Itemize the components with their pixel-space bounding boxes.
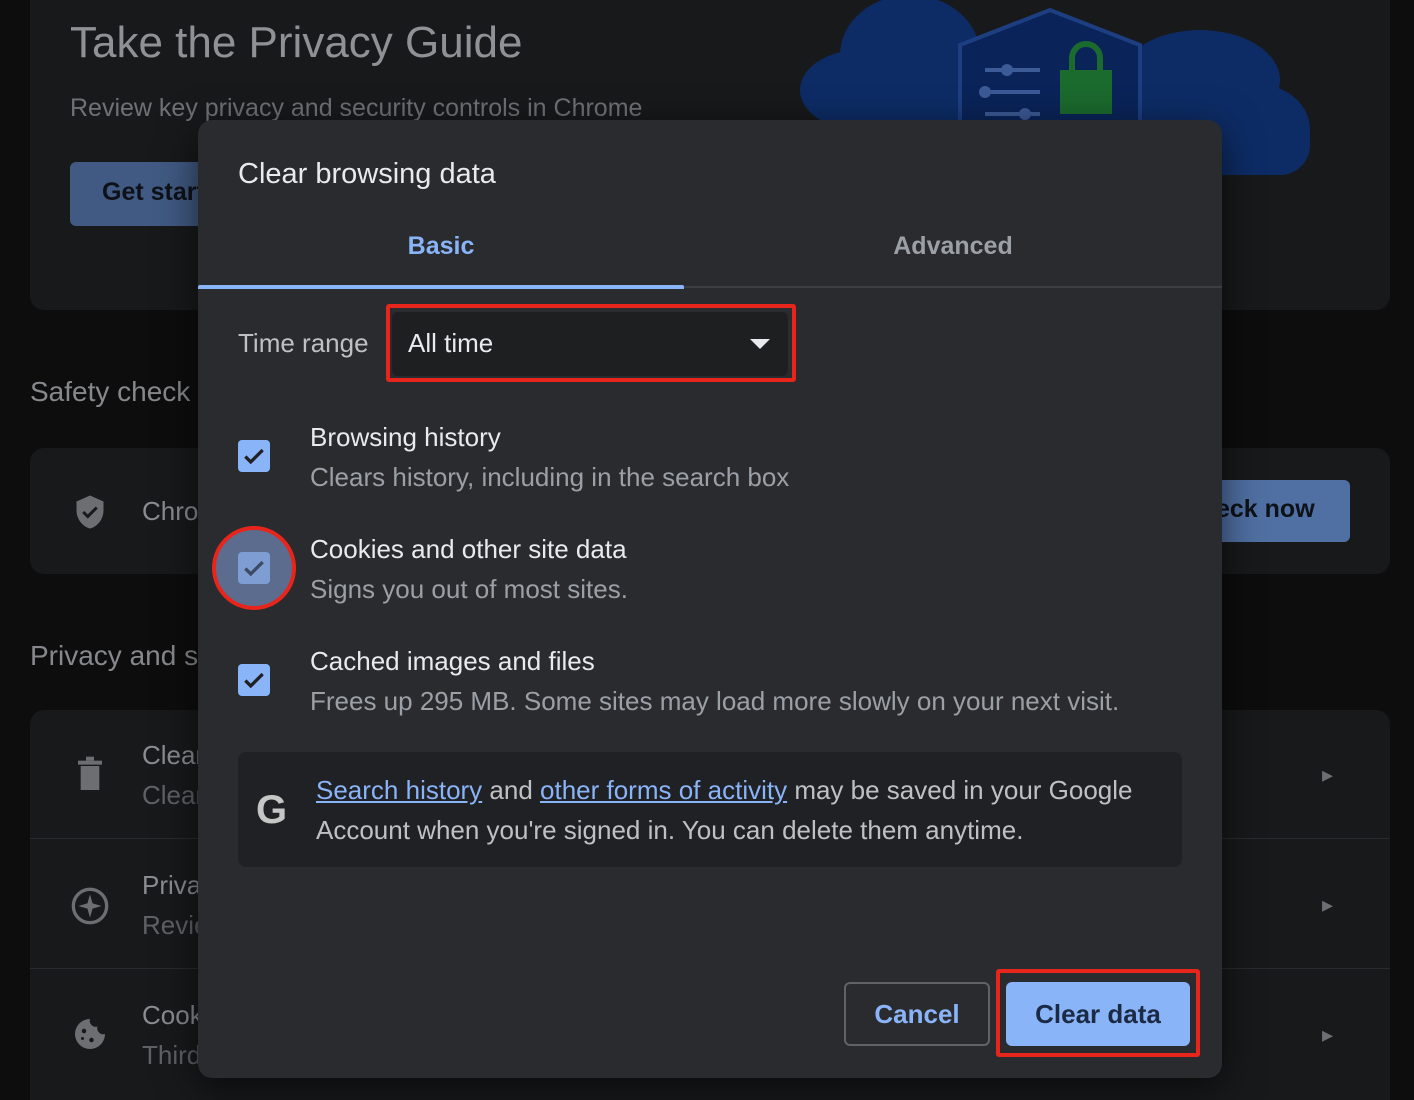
- privacy-section-heading: Privacy and s: [30, 640, 199, 671]
- trash-icon: [78, 756, 102, 790]
- privacy-guide-subtitle: Review key privacy and security controls…: [70, 94, 643, 122]
- safety-check-heading: Safety check: [30, 376, 191, 407]
- google-notice-text: Search history and other forms of activi…: [316, 770, 1166, 850]
- cookies-checkbox[interactable]: [238, 552, 270, 584]
- active-tab-indicator: [198, 285, 684, 289]
- time-range-value: All time: [408, 328, 494, 358]
- other-activity-link[interactable]: other forms of activity: [540, 775, 787, 805]
- privacy-row-title: Priva: [142, 870, 202, 900]
- cached-images-subtitle: Frees up 295 MB. Some sites may load mor…: [310, 686, 1120, 716]
- browsing-history-checkbox[interactable]: [238, 440, 270, 472]
- checkmark-icon: [244, 448, 264, 465]
- clear-browsing-data-dialog: Clear browsing data Basic Advanced Time …: [198, 120, 1222, 1078]
- privacy-row-title: Cook: [142, 1000, 203, 1030]
- chevron-right-icon: ▸: [1322, 762, 1334, 787]
- cancel-button[interactable]: Cancel: [844, 982, 990, 1046]
- privacy-row-subtitle: Clear: [142, 780, 205, 810]
- google-g-icon: G: [256, 788, 288, 832]
- safety-check-row-title: Chro: [142, 496, 199, 526]
- search-history-link[interactable]: Search history: [316, 775, 482, 805]
- checkmark-icon: [244, 560, 264, 577]
- notice-and-text: and: [482, 775, 541, 805]
- compass-icon: [71, 887, 109, 925]
- cached-images-title: Cached images and files: [310, 646, 595, 676]
- browsing-history-subtitle: Clears history, including in the search …: [310, 462, 790, 492]
- shield-icon: [76, 495, 104, 529]
- tab-advanced[interactable]: Advanced: [710, 216, 1196, 286]
- google-activity-notice: G Search history and other forms of acti…: [238, 752, 1182, 867]
- cookie-icon: [75, 1019, 105, 1049]
- dialog-title: Clear browsing data: [238, 158, 496, 190]
- dialog-tabs: Basic Advanced: [198, 216, 1222, 289]
- privacy-row-title: Clear: [142, 740, 205, 770]
- cookies-subtitle: Signs you out of most sites.: [310, 574, 628, 604]
- chevron-right-icon: ▸: [1322, 1022, 1334, 1047]
- time-range-select[interactable]: All time: [392, 312, 788, 376]
- time-range-label: Time range: [238, 328, 369, 358]
- clear-data-button[interactable]: Clear data: [1006, 982, 1190, 1046]
- checkmark-icon: [244, 672, 264, 689]
- dropdown-arrow-icon: [750, 339, 770, 349]
- privacy-guide-title: Take the Privacy Guide: [70, 18, 523, 67]
- tab-basic[interactable]: Basic: [198, 216, 684, 286]
- cached-images-checkbox[interactable]: [238, 664, 270, 696]
- chevron-right-icon: ▸: [1322, 892, 1334, 917]
- cookies-title: Cookies and other site data: [310, 534, 627, 564]
- browsing-history-title: Browsing history: [310, 422, 501, 452]
- privacy-row-subtitle: Third: [142, 1040, 202, 1070]
